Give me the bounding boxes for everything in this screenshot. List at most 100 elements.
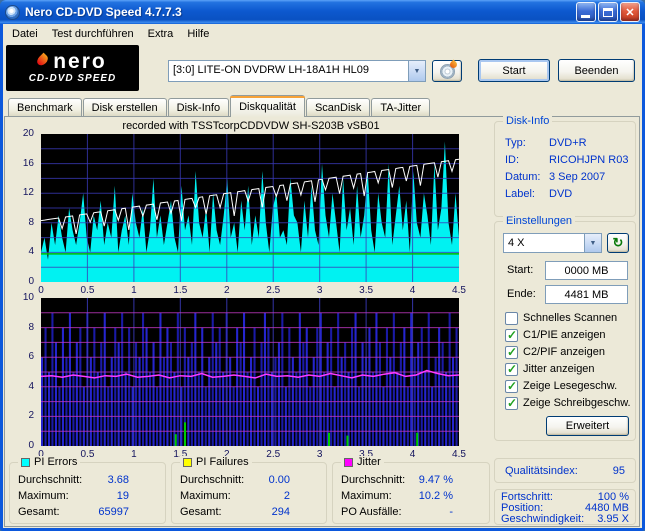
settings-title: Einstellungen [503, 215, 576, 228]
pi-failures-legend: PI Failures [180, 456, 252, 469]
checkbox-label: C2/PIF anzeigen [523, 346, 605, 358]
quality-index-panel: Qualitätsindex: 95 [494, 458, 636, 483]
stat-value: 10.2 % [418, 490, 453, 502]
pi-errors-legend: PI Errors [18, 456, 81, 469]
refresh-button[interactable]: ↻ [607, 233, 629, 253]
create-disc-button[interactable] [432, 60, 462, 82]
pie-chart-y-axis: 20 16 12 8 4 0 [22, 128, 34, 287]
stat-value: 9.47 % [418, 474, 453, 486]
minimize-button[interactable] [576, 2, 596, 22]
disk-info-row: Typ: DVD+R [495, 135, 635, 152]
checkbox-label: C1/PIE anzeigen [523, 329, 606, 341]
tab-disk-info[interactable]: Disk-Info [167, 98, 230, 117]
tab-scandisk[interactable]: ScanDisk [305, 98, 371, 117]
checkbox-icon [505, 379, 518, 393]
checkbox-label: Schnelles Scannen [523, 312, 618, 324]
disk-info-value: DVD [549, 188, 573, 200]
stat-label: Durchschnitt: [18, 474, 83, 486]
stat-value: 2 [283, 490, 290, 502]
checkbox-jitter-anzeigen[interactable]: Jitter anzeigen [505, 362, 595, 376]
checkbox-icon [505, 328, 518, 342]
pif-jitter-chart-y-axis: 10 8 6 4 2 0 [22, 292, 34, 451]
checkbox-c1-pie-anzeigen[interactable]: C1/PIE anzeigen [505, 328, 606, 342]
pi-failures-title: PI Failures [196, 456, 249, 468]
tab-benchmark[interactable]: Benchmark [8, 98, 82, 117]
minimize-icon [581, 15, 590, 18]
stat-row: Maximum: 2 [172, 488, 326, 504]
checkbox-zeige-schreibgeschw[interactable]: Zeige Schreibgeschw. [505, 396, 631, 410]
burn-disc-icon [439, 63, 455, 79]
jitter-panel: Jitter Durchschnitt: 9.47 % Maximum: 10.… [332, 456, 490, 524]
stat-label: Durchschnitt: [180, 474, 245, 486]
checkbox-c2-pif-anzeigen[interactable]: C2/PIF anzeigen [505, 345, 605, 359]
jitter-title: Jitter [357, 456, 381, 468]
chevron-down-icon[interactable]: ▼ [584, 234, 601, 252]
disk-info-value: DVD+R [549, 137, 587, 149]
advanced-button[interactable]: Erweitert [546, 416, 629, 436]
checkbox-label: Zeige Lesegeschw. [523, 380, 618, 392]
checkbox-icon [505, 396, 518, 410]
checkbox-label: Jitter anzeigen [523, 363, 595, 375]
drive-select[interactable]: [3:0] LITE-ON DVDRW LH-18A1H HL09 ▼ [168, 60, 426, 82]
stat-row: Durchschnitt: 0.00 [172, 472, 326, 488]
stat-row: PO Ausfälle: - [333, 504, 489, 520]
progress-panel: Fortschritt: 100 % Position: 4480 MB Ges… [494, 489, 636, 525]
end-field-label: Ende: [507, 288, 536, 300]
drive-select-value: [3:0] LITE-ON DVDRW LH-18A1H HL09 [173, 64, 370, 76]
menu-test-durchfuehren[interactable]: Test durchführen [45, 26, 141, 42]
speed-select-value: 4 X [508, 237, 525, 249]
quit-button[interactable]: Beenden [558, 59, 635, 82]
stat-label: Durchschnitt: [341, 474, 406, 486]
end-input[interactable] [545, 285, 628, 304]
menu-extra[interactable]: Extra [141, 26, 181, 42]
refresh-icon: ↻ [612, 235, 624, 250]
speed-value: 3.95 X [597, 513, 629, 525]
pie-chart-x-axis: 0 0.5 1 1.5 2 2.5 3 3.5 4 4.5 [38, 285, 466, 296]
tab-ta-jitter[interactable]: TA-Jitter [371, 98, 431, 117]
stat-value: 3.68 [107, 474, 129, 486]
client-area: Datei Test durchführen Extra Hilfe nero … [3, 24, 642, 528]
chart-caption: recorded with TSSTcorpCDDVDW SH-S203B vS… [122, 120, 380, 132]
stat-row: Gesamt: 294 [172, 504, 326, 520]
quality-index-value: 95 [612, 464, 625, 477]
stat-label: Maximum: [18, 490, 69, 502]
close-button[interactable]: ✕ [620, 2, 640, 22]
chevron-down-icon[interactable]: ▼ [408, 61, 425, 81]
pie-chart-plot [40, 134, 460, 282]
maximize-button[interactable] [598, 2, 618, 22]
logo-product: CD-DVD SPEED [28, 73, 117, 84]
checkbox-icon [505, 311, 518, 325]
disk-info-row: ID: RICOHJPN R03 [495, 152, 635, 169]
app-window: Nero CD-DVD Speed 4.7.7.3 ✕ Datei Test d… [0, 0, 645, 531]
disk-info-row: Label: DVD [495, 186, 635, 203]
start-button[interactable]: Start [478, 59, 550, 82]
pi-errors-title: PI Errors [34, 456, 78, 468]
stat-label: PO Ausfälle: [341, 506, 402, 518]
speed-select[interactable]: 4 X ▼ [503, 233, 602, 253]
checkbox-schnelles-scannen[interactable]: Schnelles Scannen [505, 311, 617, 325]
settings-panel: Einstellungen 4 X ▼ ↻ Start: Ende: Schne… [494, 215, 636, 441]
stat-label: Maximum: [180, 490, 231, 502]
nero-logo: nero CD-DVD SPEED [6, 45, 139, 91]
stat-label: Gesamt: [18, 506, 60, 518]
tab-diskqualitaet[interactable]: Diskqualität [230, 95, 305, 117]
start-input[interactable] [545, 261, 628, 280]
menubar: Datei Test durchführen Extra Hilfe [3, 24, 642, 43]
checkbox-icon [505, 345, 518, 359]
pi-errors-color-swatch [21, 458, 30, 467]
menu-datei[interactable]: Datei [5, 26, 45, 42]
checkbox-zeige-lesegeschw[interactable]: Zeige Lesegeschw. [505, 379, 617, 393]
stat-label: Gesamt: [180, 506, 222, 518]
jitter-color-swatch [344, 458, 353, 467]
disk-info-label: Typ: [505, 137, 526, 149]
tab-disk-erstellen[interactable]: Disk erstellen [82, 98, 167, 117]
quality-index-label: Qualitätsindex: [505, 464, 578, 477]
checkbox-label: Zeige Schreibgeschw. [523, 397, 631, 409]
window-title: Nero CD-DVD Speed 4.7.7.3 [25, 5, 182, 19]
jitter-legend: Jitter [341, 456, 384, 469]
titlebar[interactable]: Nero CD-DVD Speed 4.7.7.3 ✕ [0, 0, 645, 24]
diskquality-tab-page: recorded with TSSTcorpCDDVDW SH-S203B vS… [4, 115, 640, 527]
menu-hilfe[interactable]: Hilfe [180, 26, 216, 42]
pi-failures-color-swatch [183, 458, 192, 467]
pi-failures-panel: PI Failures Durchschnitt: 0.00 Maximum: … [171, 456, 327, 524]
